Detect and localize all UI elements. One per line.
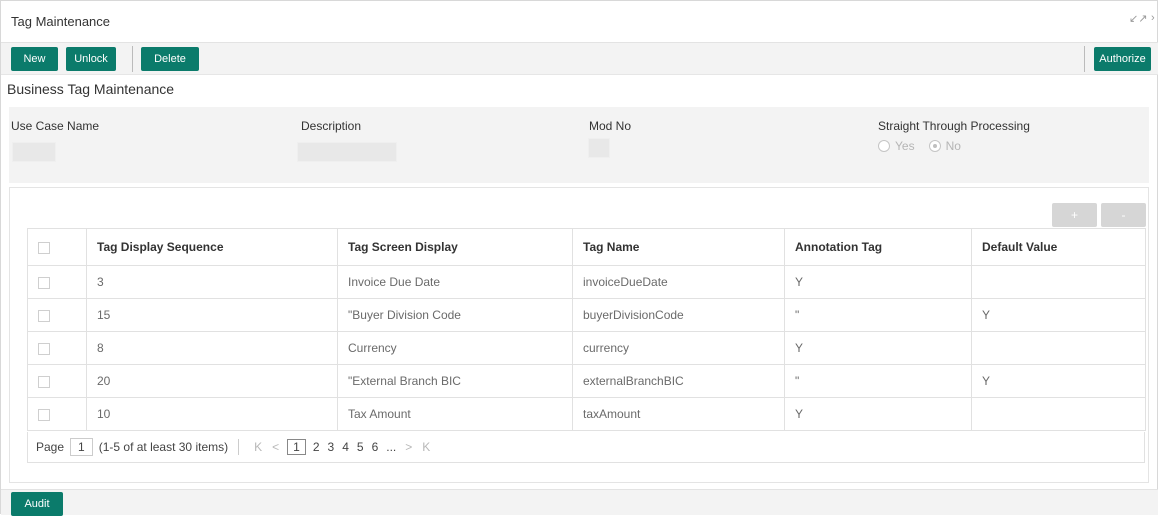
close-icon[interactable]: ›: [1151, 12, 1155, 24]
page-link[interactable]: 2: [313, 440, 320, 454]
column-header[interactable]: Default Value: [971, 228, 1146, 266]
tag-table: Tag Display Sequence Tag Screen Display …: [27, 228, 1146, 431]
table-cell: taxAmount: [572, 397, 785, 431]
column-header[interactable]: Annotation Tag: [784, 228, 972, 266]
table-header-row: Tag Display Sequence Tag Screen Display …: [27, 228, 1146, 266]
row-checkbox[interactable]: [38, 342, 50, 355]
unlock-button[interactable]: Unlock: [66, 47, 116, 71]
toolbar: New Unlock Delete Authorize: [1, 43, 1158, 75]
pagination-bar: Page 1 (1-5 of at least 30 items) K < 1 …: [27, 432, 1145, 463]
toolbar-divider: [1084, 46, 1085, 72]
row-select-cell: [27, 265, 87, 299]
toolbar-divider: [132, 46, 133, 72]
table-cell: "External Branch BIC: [337, 364, 573, 398]
table-cell: [971, 397, 1146, 431]
tag-maintenance-window: Tag Maintenance ↙↗ › New Unlock Delete A…: [0, 0, 1158, 516]
footer-bar: Audit: [1, 489, 1158, 516]
column-header[interactable]: Tag Name: [572, 228, 785, 266]
page-label: Page: [36, 440, 65, 454]
description-label: Description: [301, 119, 362, 133]
prev-page-icon[interactable]: <: [272, 440, 279, 454]
page-link[interactable]: 3: [328, 440, 335, 454]
row-select-cell: [27, 298, 87, 332]
page-summary: (1-5 of at least 30 items): [98, 440, 229, 454]
select-all-checkbox[interactable]: [38, 241, 50, 254]
use-case-name-label: Use Case Name: [11, 119, 100, 133]
next-page-icon[interactable]: >: [405, 440, 412, 454]
description-field[interactable]: [297, 142, 397, 162]
page-number-input[interactable]: 1: [70, 438, 93, 456]
table-cell: Y: [784, 397, 972, 431]
table-cell: Y: [971, 298, 1146, 332]
select-all-cell: [27, 228, 87, 266]
audit-button[interactable]: Audit: [11, 492, 63, 516]
new-button[interactable]: New: [11, 47, 58, 71]
stp-radio-group: Yes No: [878, 139, 961, 153]
table-row[interactable]: 3 Invoice Due Date invoiceDueDate Y: [27, 265, 1146, 299]
stp-no-radio[interactable]: [928, 140, 941, 152]
page-ellipsis[interactable]: ...: [386, 440, 396, 454]
table-cell: ": [784, 364, 972, 398]
use-case-name-field[interactable]: [12, 142, 56, 162]
row-select-cell: [27, 397, 87, 431]
window-title: Tag Maintenance: [11, 14, 111, 29]
stp-label: Straight Through Processing: [878, 119, 1030, 133]
table-row[interactable]: 10 Tax Amount taxAmount Y: [27, 397, 1146, 431]
table-cell: [971, 331, 1146, 365]
table-cell: Y: [784, 331, 972, 365]
add-row-button[interactable]: +: [1052, 203, 1097, 227]
mod-no-field[interactable]: [588, 138, 610, 158]
page-link-current[interactable]: 1: [287, 439, 306, 455]
row-select-cell: [27, 364, 87, 398]
table-row[interactable]: 20 "External Branch BIC externalBranchBI…: [27, 364, 1146, 398]
table-cell: Tax Amount: [337, 397, 573, 431]
table-cell: currency: [572, 331, 785, 365]
remove-row-button[interactable]: -: [1101, 203, 1146, 227]
last-page-icon[interactable]: K: [422, 440, 430, 454]
table-cell: ": [784, 298, 972, 332]
table-row[interactable]: 8 Currency currency Y: [27, 331, 1146, 365]
table-cell: [971, 265, 1146, 299]
table-cell: Y: [971, 364, 1146, 398]
table-cell: 10: [86, 397, 338, 431]
row-checkbox[interactable]: [38, 408, 50, 421]
table-cell: 3: [86, 265, 338, 299]
pager-divider: [238, 439, 240, 455]
stp-no-label: No: [945, 139, 961, 153]
table-cell: "Buyer Division Code: [337, 298, 573, 332]
maximize-icon[interactable]: ↙↗: [1129, 12, 1147, 25]
table-row[interactable]: 15 "Buyer Division Code buyerDivisionCod…: [27, 298, 1146, 332]
table-cell: buyerDivisionCode: [572, 298, 785, 332]
page-link[interactable]: 5: [357, 440, 364, 454]
column-header[interactable]: Tag Screen Display: [337, 228, 573, 266]
page-link[interactable]: 6: [372, 440, 379, 454]
stp-yes-label: Yes: [895, 139, 915, 153]
table-cell: Invoice Due Date: [337, 265, 573, 299]
row-checkbox[interactable]: [38, 375, 50, 388]
first-page-icon[interactable]: K: [254, 440, 262, 454]
stp-yes-radio[interactable]: [878, 140, 890, 152]
mod-no-label: Mod No: [589, 119, 632, 133]
window-titlebar: Tag Maintenance ↙↗ ›: [1, 1, 1158, 43]
table-cell: 20: [86, 364, 338, 398]
table-cell: 15: [86, 298, 338, 332]
table-cell: 8: [86, 331, 338, 365]
delete-button[interactable]: Delete: [141, 47, 199, 71]
table-cell: Currency: [337, 331, 573, 365]
authorize-button[interactable]: Authorize: [1094, 47, 1151, 71]
table-cell: invoiceDueDate: [572, 265, 785, 299]
section-title: Business Tag Maintenance: [7, 81, 175, 97]
column-header[interactable]: Tag Display Sequence: [86, 228, 338, 266]
table-cell: Y: [784, 265, 972, 299]
row-checkbox[interactable]: [38, 276, 50, 289]
table-cell: externalBranchBIC: [572, 364, 785, 398]
row-select-cell: [27, 331, 87, 365]
row-checkbox[interactable]: [38, 309, 50, 322]
page-link[interactable]: 4: [342, 440, 349, 454]
